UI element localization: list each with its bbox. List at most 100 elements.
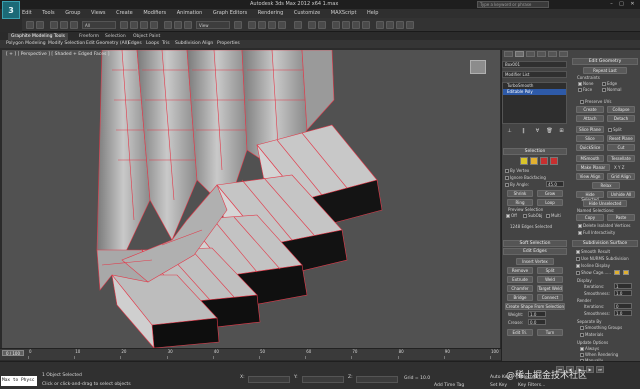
ribbon-subdivision[interactable]: Subdivision <box>175 40 201 48</box>
select-object-icon[interactable] <box>120 21 128 29</box>
preview-off-radio[interactable]: Off <box>506 213 517 218</box>
soft-selection-rollout-header[interactable]: Soft Selection <box>503 240 567 247</box>
object-name-field[interactable]: Box001 <box>502 61 567 68</box>
split-checkbox[interactable]: Split <box>608 127 622 132</box>
smoothing-groups-checkbox[interactable]: Smoothing Groups <box>580 325 622 330</box>
menu-tools[interactable]: Tools <box>42 9 54 18</box>
by-vertex-checkbox[interactable]: By Vertex <box>505 168 529 173</box>
scale-icon[interactable] <box>184 21 192 29</box>
menu-help[interactable]: Help <box>367 9 378 18</box>
menu-rendering[interactable]: Rendering <box>258 9 284 18</box>
create-tab-icon[interactable] <box>504 51 513 57</box>
reset-plane-button[interactable]: Reset Plane <box>607 135 635 142</box>
collapse-button[interactable]: Collapse <box>607 106 635 113</box>
menu-edit[interactable]: Edit <box>22 9 32 18</box>
layer-manager-icon[interactable] <box>332 21 340 29</box>
use-nurms-checkbox[interactable]: Use NURMS Subdivision <box>576 256 629 261</box>
menu-create[interactable]: Create <box>116 9 133 18</box>
smooth-result-checkbox[interactable]: Smooth Result <box>576 249 610 254</box>
create-shape-button[interactable]: Create Shape From Selection <box>505 303 565 310</box>
set-key-button[interactable]: Set Key <box>490 383 507 388</box>
ribbon-edges[interactable]: Edges <box>128 40 142 48</box>
redo-icon[interactable] <box>36 21 44 29</box>
menu-maxscript[interactable]: MAXScript <box>331 9 357 18</box>
move-icon[interactable] <box>164 21 172 29</box>
paste-button[interactable]: Paste <box>607 214 635 221</box>
show-end-result-icon[interactable]: ‖ <box>520 128 527 135</box>
update-when-rendering-radio[interactable]: When Rendering <box>580 352 618 357</box>
shrink-button[interactable]: Shrink <box>507 190 533 197</box>
angle-snap-icon[interactable] <box>258 21 266 29</box>
view-align-button[interactable]: View Align <box>576 173 604 180</box>
repeat-last-button[interactable]: Repeat Last <box>583 67 627 74</box>
bridge-button[interactable]: Bridge <box>507 294 533 301</box>
update-always-radio[interactable]: Always <box>580 346 599 351</box>
undo-icon[interactable] <box>26 21 34 29</box>
tab-graphite-modeling-tools[interactable]: Graphite Modeling Tools <box>8 33 69 40</box>
rendered-frame-icon[interactable] <box>396 21 404 29</box>
copy-button[interactable]: Copy <box>576 214 604 221</box>
turn-button[interactable]: Turn <box>537 329 563 336</box>
window-crossing-icon[interactable] <box>150 21 158 29</box>
pivot-center-icon[interactable] <box>234 21 242 29</box>
hierarchy-tab-icon[interactable] <box>526 51 535 57</box>
xyz-buttons[interactable]: X Y Z <box>614 165 624 170</box>
utilities-tab-icon[interactable] <box>559 51 568 57</box>
percent-snap-icon[interactable] <box>268 21 276 29</box>
ribbon-edit[interactable]: Edit <box>86 40 95 48</box>
remove-button[interactable]: Remove <box>507 267 533 274</box>
perspective-viewport[interactable] <box>2 50 500 348</box>
crease-spinner[interactable]: 0.0 <box>528 319 546 325</box>
menu-group[interactable]: Group <box>65 9 80 18</box>
unhide-all-button[interactable]: Unhide All <box>607 191 635 198</box>
named-selection-icon[interactable] <box>294 21 302 29</box>
rotate-icon[interactable] <box>174 21 182 29</box>
ribbon-loops[interactable]: Loops <box>146 40 159 48</box>
add-time-tag-button[interactable]: Add Time Tag <box>434 383 464 388</box>
minimize-button[interactable]: – <box>607 1 616 8</box>
hide-unselected-button[interactable]: Hide Unselected <box>583 200 627 207</box>
tab-freeform[interactable]: Freeform <box>76 33 102 40</box>
modifier-stack-list[interactable]: TurboSmooth Editable Poly <box>502 82 567 124</box>
constraint-none-radio[interactable]: None <box>578 81 593 86</box>
time-slider[interactable]: 0 / 100 <box>2 350 24 356</box>
constraint-face-radio[interactable]: Face <box>578 87 592 92</box>
insert-vertex-button[interactable]: Insert Vertex <box>516 258 554 265</box>
schematic-view-icon[interactable] <box>362 21 370 29</box>
modify-tab-icon[interactable] <box>515 51 524 57</box>
selection-rollout-header[interactable]: Selection <box>503 148 567 155</box>
remove-modifier-icon[interactable]: 🗑 <box>546 128 553 135</box>
link-icon[interactable] <box>50 21 58 29</box>
mirror-icon[interactable] <box>308 21 316 29</box>
subdivision-surface-rollout-header[interactable]: Subdivision Surface <box>572 240 638 247</box>
edit-tri-button[interactable]: Edit Tri. <box>507 329 533 336</box>
ribbon-geometry-all[interactable]: Geometry (All) <box>96 40 129 48</box>
reference-coordinate-select[interactable]: View <box>196 21 230 29</box>
menu-views[interactable]: Views <box>91 9 105 18</box>
menu-modifiers[interactable]: Modifiers <box>143 9 166 18</box>
make-planar-button[interactable]: Make Planar <box>576 164 610 171</box>
msmooth-button[interactable]: MSmooth <box>576 155 604 162</box>
grow-button[interactable]: Grow <box>537 190 563 197</box>
show-cage-checkbox[interactable]: Show Cage...... <box>576 270 611 275</box>
tab-selection[interactable]: Selection <box>102 33 129 40</box>
preserve-uvs-checkbox[interactable]: Preserve UVs <box>580 99 611 104</box>
target-weld-button[interactable]: Target Weld <box>537 285 563 292</box>
menu-customize[interactable]: Customize <box>294 9 320 18</box>
render-iterations-spinner[interactable]: 0 <box>614 303 632 309</box>
cage-selection-color-swatch[interactable] <box>623 270 629 275</box>
maximize-button[interactable]: □ <box>617 1 626 8</box>
delete-isolated-checkbox[interactable]: Delete Isolated Vertices <box>578 223 630 228</box>
app-logo-icon[interactable]: 3 <box>2 1 20 19</box>
bind-space-warp-icon[interactable] <box>70 21 78 29</box>
full-interactivity-checkbox[interactable]: Full Interactivity <box>578 230 615 235</box>
configure-sets-icon[interactable]: ⊞ <box>558 128 565 135</box>
isoline-display-checkbox[interactable]: Isoline Display <box>576 263 610 268</box>
iterations-spinner[interactable]: 1 <box>614 283 632 289</box>
smoothness-spinner[interactable]: 1.0 <box>614 290 632 296</box>
polygon-mode-icon[interactable] <box>550 157 558 165</box>
edit-edges-rollout-header[interactable]: Edit Edges <box>503 248 567 255</box>
ignore-backfacing-checkbox[interactable]: Ignore Backfacing <box>505 175 546 180</box>
ribbon-modify-selection[interactable]: Modify Selection <box>48 40 85 48</box>
maxscript-listener-input[interactable]: Max to Physc <box>1 376 37 386</box>
